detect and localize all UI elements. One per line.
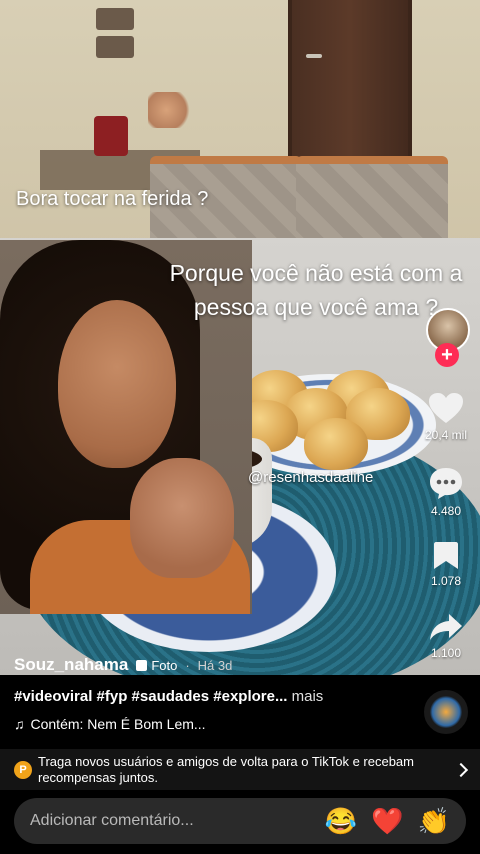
wall-decoration [96, 8, 134, 70]
comment-icon [430, 468, 462, 499]
share-arrow-icon [430, 614, 462, 640]
door [288, 0, 412, 160]
overlay-text-line2: Porque você não está com a pessoa que vo… [169, 260, 463, 320]
heart-emoji-icon[interactable]: ❤️ [371, 808, 403, 834]
comment-button[interactable]: 4.480 [418, 466, 474, 518]
follow-button[interactable]: + [435, 343, 459, 367]
comment-bar: Adicionar comentário... 😂 ❤️ 👏 [0, 790, 480, 854]
photo-tag-label: Foto [151, 657, 178, 673]
watermark: @resenhasdaaline [248, 469, 374, 486]
photo-tag: Foto [136, 658, 177, 673]
author-row: Souz_nahama Foto · Há 3d [14, 655, 232, 675]
bookmark-icon [434, 542, 458, 569]
promo-text: Traga novos usuários e amigos de volta p… [38, 753, 414, 785]
music-disc-avatar[interactable] [424, 690, 468, 734]
like-button[interactable]: 20,4 mil [418, 392, 474, 442]
chevron-right-icon [453, 762, 469, 777]
face [58, 300, 176, 468]
clapping-emoji-icon[interactable]: 👏 [418, 808, 450, 834]
author-username[interactable]: Souz_nahama [14, 655, 128, 675]
overlay-text-line1: Bora tocar na ferida ? [16, 188, 209, 210]
comment-input[interactable]: Adicionar comentário... 😂 ❤️ 👏 [14, 798, 466, 844]
heart-icon [429, 393, 463, 423]
chair [296, 156, 448, 250]
caption-more-link[interactable]: mais [292, 688, 324, 705]
like-count: 20,4 mil [424, 428, 468, 442]
coffee-machine [94, 116, 128, 156]
door-handle [306, 54, 322, 58]
save-count: 1.078 [430, 574, 462, 588]
flowers [148, 92, 194, 128]
caption-text: #videoviral #fyp #saudades #explore... [14, 688, 288, 705]
caption[interactable]: #videoviral #fyp #saudades #explore... m… [14, 688, 323, 705]
photo-icon [136, 659, 148, 671]
comment-placeholder: Adicionar comentário... [30, 812, 194, 829]
coin-icon: P [14, 760, 32, 779]
comment-count: 4.480 [430, 504, 462, 518]
hand [130, 458, 234, 578]
save-button[interactable]: 1.078 [418, 540, 474, 588]
caption-area [0, 675, 480, 750]
music-row[interactable]: ♫ Contém: Nem É Bom Lem... [14, 716, 206, 732]
laughing-emoji-icon[interactable]: 😂 [325, 808, 357, 834]
cheese-bread [304, 418, 368, 470]
post-photo[interactable]: Bora tocar na ferida ? Porque você não e… [0, 0, 480, 675]
share-button[interactable]: 1.100 [418, 612, 474, 660]
promo-banner[interactable]: P Traga novos usuários e amigos de volta… [0, 749, 480, 790]
post-age-separator: · [185, 657, 190, 673]
post-age: Há 3d [197, 657, 233, 673]
music-note-icon: ♫ [14, 716, 25, 732]
music-label: Contém: Nem É Bom Lem... [30, 716, 206, 732]
share-count: 1.100 [430, 646, 462, 660]
